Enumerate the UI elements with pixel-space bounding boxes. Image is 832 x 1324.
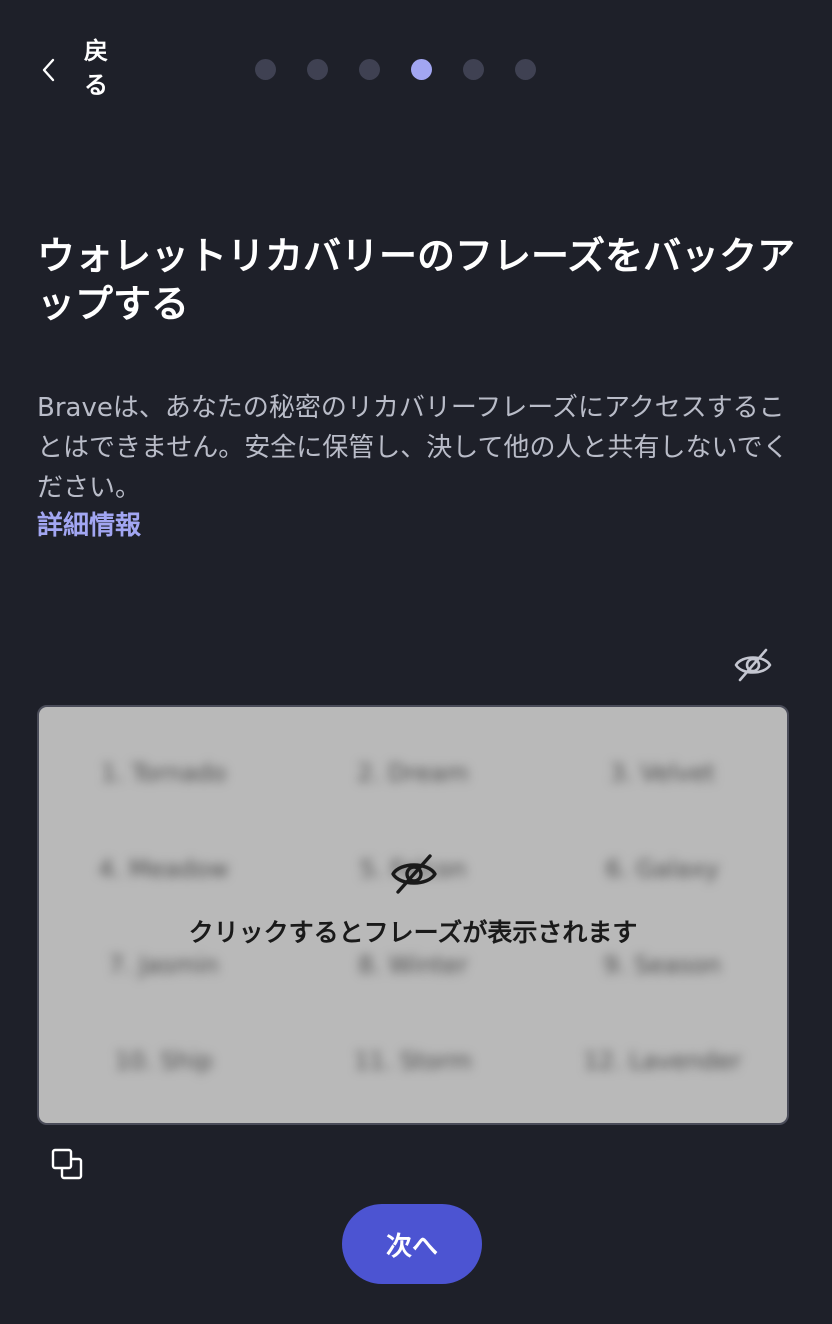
- chevron-left-icon: [42, 58, 55, 82]
- next-button[interactable]: 次へ: [342, 1204, 482, 1284]
- page-title: ウォレットリカバリーのフレーズをバックアップする: [37, 234, 796, 326]
- step-dot-4-active: [411, 59, 432, 80]
- step-dot-6: [515, 59, 536, 80]
- step-dot-3: [359, 59, 380, 80]
- copy-phrase-button[interactable]: [50, 1147, 84, 1181]
- eye-off-icon: [734, 648, 772, 682]
- back-label: 戻る: [84, 37, 108, 99]
- reveal-hint-text: クリックするとフレーズが表示されます: [188, 918, 638, 947]
- copy-icon: [51, 1148, 83, 1180]
- eye-off-icon: [391, 854, 437, 894]
- learn-more-link[interactable]: 詳細情報: [37, 508, 141, 544]
- description-text: Braveは、あなたの秘密のリカバリーフレーズにアクセスすることはできません。安…: [37, 393, 789, 503]
- step-dot-1: [255, 59, 276, 80]
- reveal-overlay: クリックするとフレーズが表示されます: [39, 707, 787, 1123]
- recovery-phrase-box[interactable]: 1. Tornado 2. Dream 3. Velvet 4. Meadow …: [37, 705, 789, 1125]
- step-dot-5: [463, 59, 484, 80]
- step-dot-2: [307, 59, 328, 80]
- reveal-toggle-button[interactable]: [731, 643, 775, 687]
- back-button[interactable]: 戻る: [38, 32, 128, 108]
